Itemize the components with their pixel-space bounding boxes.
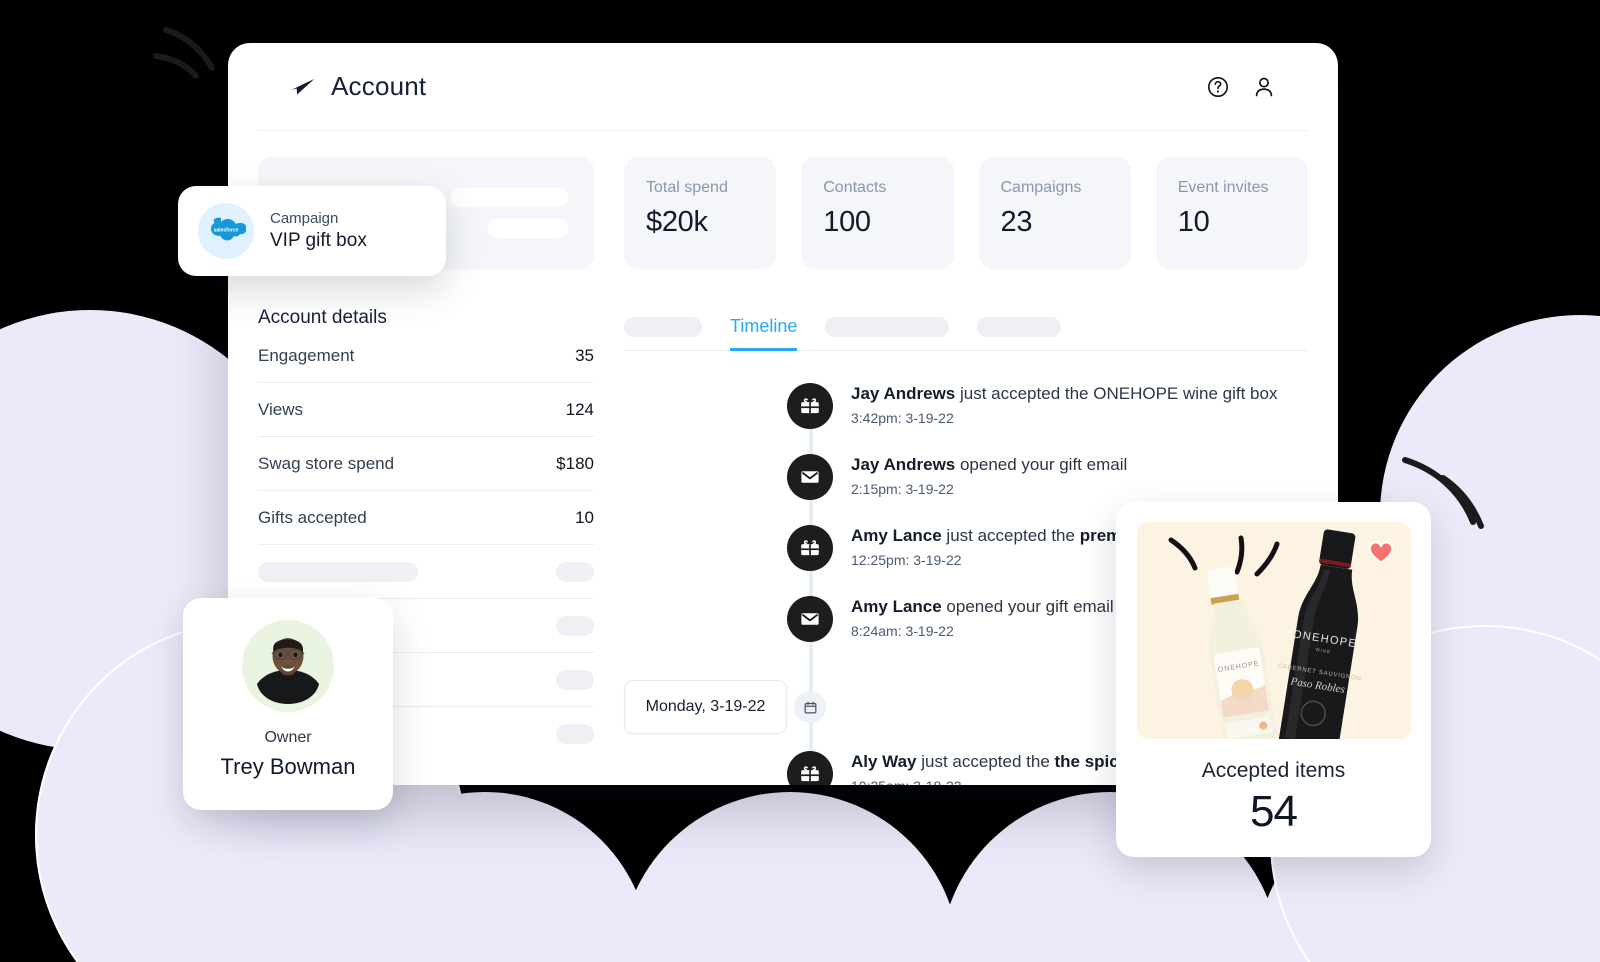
- timeline-timestamp: 12:25pm: 3-19-22: [851, 552, 962, 569]
- placeholder-bar: [556, 669, 594, 690]
- gift-box-icon: [787, 383, 833, 429]
- placeholder-lines: [450, 188, 568, 238]
- decorative-arc-icon: [153, 27, 215, 79]
- timeline-action: opened your gift email: [941, 597, 1114, 616]
- timeline-object: ONEHOPE wine gift box: [1093, 384, 1278, 403]
- detail-label: Views: [258, 399, 304, 419]
- question-circle-icon[interactable]: [1206, 75, 1230, 99]
- timeline-item-text: Jay Andrews just accepted the ONEHOPE wi…: [851, 381, 1277, 426]
- user-icon[interactable]: [1252, 75, 1276, 99]
- tab-placeholder[interactable]: [624, 317, 702, 337]
- timeline-item-title: Amy Lance opened your gift email: [851, 596, 1114, 618]
- timeline-action: just accepted the: [941, 526, 1080, 545]
- detail-label: Swag store spend: [258, 453, 395, 473]
- timeline-item-text: Jay Andrews opened your gift email 2:15p…: [851, 452, 1127, 497]
- stat-value: 10: [1177, 206, 1210, 238]
- timeline-actor: Amy Lance: [851, 526, 942, 545]
- owner-name: Trey Bowman: [220, 754, 356, 779]
- timeline-actor: Jay Andrews: [851, 455, 956, 474]
- stat-card-contacts: Contacts 100: [801, 157, 954, 269]
- account-details-title: Account details: [258, 307, 387, 328]
- stat-value: $20k: [646, 206, 708, 238]
- detail-label: Engagement: [258, 345, 355, 365]
- header-left: Account: [290, 71, 426, 102]
- paper-plane-icon: [291, 78, 315, 95]
- timeline-action: just accepted the: [916, 752, 1055, 771]
- placeholder-bar: [450, 188, 568, 207]
- svg-text:salesforce: salesforce: [214, 228, 239, 234]
- timeline-timestamp: 3:42pm: 3-19-22: [851, 410, 954, 427]
- detail-value: 10: [575, 507, 594, 527]
- timeline-item-text: Amy Lance opened your gift email 8:24am:…: [851, 594, 1114, 639]
- tab-placeholder[interactable]: [825, 317, 950, 337]
- app-header: Account: [258, 43, 1308, 131]
- stat-label: Total spend: [646, 179, 728, 196]
- tab-placeholder[interactable]: [977, 317, 1062, 337]
- timeline-timestamp: 10:25am: 3-18-22: [851, 778, 1143, 785]
- detail-row: Swag store spend $180: [258, 437, 594, 491]
- timeline-item-text: Aly Way just accepted the the spice o 10…: [851, 749, 1143, 785]
- stat-label: Event invites: [1177, 179, 1269, 196]
- owner-role: Owner: [264, 729, 312, 746]
- placeholder-bar: [556, 615, 594, 636]
- placeholder-bar: [258, 561, 418, 582]
- detail-row: Views 124: [258, 383, 594, 437]
- detail-row: Engagement 35: [258, 329, 594, 383]
- timeline-item-title: Jay Andrews just accepted the ONEHOPE wi…: [851, 383, 1277, 405]
- detail-value: $180: [556, 453, 594, 473]
- tabs-row: Timeline: [624, 307, 1308, 351]
- avatar: [242, 620, 334, 712]
- stat-label: Campaigns: [1000, 179, 1082, 196]
- accepted-items-card: ONEHOPE ONEHOPE WINE CABERNET SAUVIGNON …: [1116, 502, 1431, 857]
- stat-value: 100: [823, 206, 871, 238]
- placeholder-bar: [556, 561, 594, 582]
- stat-label: Contacts: [823, 179, 887, 196]
- accepted-items-label: Accepted items: [1201, 759, 1346, 782]
- timeline-action: opened your gift email: [955, 455, 1128, 474]
- placeholder-row: [258, 545, 594, 599]
- campaign-value: VIP gift box: [270, 230, 367, 251]
- stat-value: 23: [1000, 206, 1033, 238]
- timeline-item-title: Amy Lance just accepted the premium: [851, 525, 1151, 547]
- stat-card-total-spend: Total spend $20k: [624, 157, 777, 269]
- detail-value: 124: [565, 399, 594, 419]
- timeline-item-title: Jay Andrews opened your gift email: [851, 454, 1127, 476]
- screenshot-root: Account Account details Engagement 35 Vi…: [0, 0, 1600, 962]
- salesforce-cloud-icon: salesforce: [198, 203, 254, 259]
- detail-label: Gifts accepted: [258, 507, 367, 527]
- campaign-label: Campaign: [270, 210, 339, 227]
- calendar-icon: [794, 691, 826, 723]
- owner-card: Owner Trey Bowman: [183, 598, 393, 810]
- envelope-icon: [787, 596, 833, 642]
- stat-card-campaigns: Campaigns 23: [978, 157, 1131, 269]
- decorative-circle: [620, 792, 960, 962]
- timeline-item-text: Amy Lance just accepted the premium 12:2…: [851, 523, 1151, 568]
- timeline-actor: Aly Way: [851, 752, 917, 771]
- timeline-item-title: Aly Way just accepted the the spice o: [851, 751, 1143, 773]
- envelope-icon: [787, 454, 833, 500]
- timeline-actor: Amy Lance: [851, 597, 942, 616]
- accepted-items-value: 54: [1250, 787, 1298, 836]
- timeline-date-label: Monday, 3-19-22: [624, 680, 787, 734]
- heart-icon: [1368, 541, 1393, 564]
- gift-box-icon: [787, 525, 833, 571]
- timeline-actor: Jay Andrews: [851, 384, 956, 403]
- campaign-card: salesforce Campaign VIP gift box: [178, 186, 446, 276]
- stat-card-event-invites: Event invites 10: [1155, 157, 1308, 269]
- detail-value: 35: [575, 345, 594, 365]
- timeline-timestamp: 8:24am: 3-19-22: [851, 623, 954, 640]
- header-actions: [1206, 75, 1276, 99]
- placeholder-bar: [556, 724, 594, 744]
- timeline-action: just accepted the: [955, 384, 1094, 403]
- placeholder-bar: [488, 219, 568, 238]
- page-title: Account: [331, 71, 427, 101]
- tab-timeline[interactable]: Timeline: [730, 316, 798, 351]
- timeline-item: Jay Andrews just accepted the ONEHOPE wi…: [624, 381, 1308, 452]
- timeline-timestamp: 2:15pm: 3-19-22: [851, 481, 954, 498]
- campaign-text: Campaign VIP gift box: [270, 210, 367, 252]
- detail-row: Gifts accepted 10: [258, 491, 594, 545]
- wine-bottles-image: ONEHOPE ONEHOPE WINE CABERNET SAUVIGNON …: [1136, 522, 1411, 739]
- gift-box-icon: [787, 751, 833, 785]
- stats-row: Total spend $20k Contacts 100 Campaigns …: [624, 157, 1308, 269]
